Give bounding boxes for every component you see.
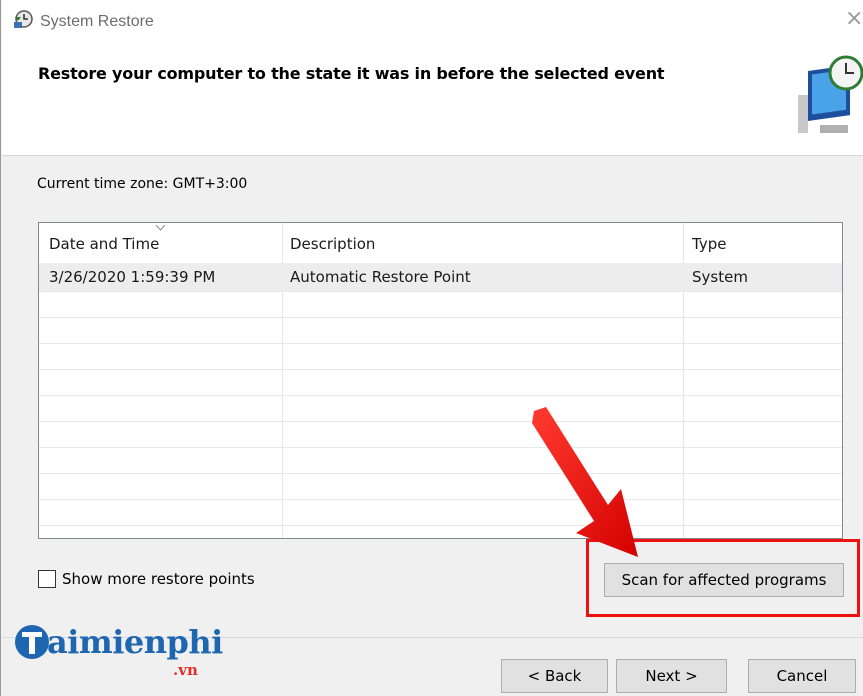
annotation-arrow — [532, 407, 638, 557]
logo-tld-text: .vn — [173, 661, 198, 679]
row-divider — [39, 525, 842, 526]
taimienphi-watermark-logo: aimienphi .vn — [7, 615, 227, 695]
row-divider — [39, 317, 842, 318]
page-heading: Restore your computer to the state it wa… — [38, 64, 665, 83]
row-divider — [39, 499, 842, 500]
system-restore-icon — [14, 10, 33, 28]
table-header: Date and Time Description Type — [39, 223, 842, 265]
window-title: System Restore — [40, 13, 154, 30]
back-button[interactable]: < Back — [501, 659, 608, 693]
show-more-checkbox[interactable] — [38, 570, 56, 588]
sort-caret-icon — [156, 225, 165, 231]
next-button[interactable]: Next > — [616, 659, 727, 693]
restore-computer-graphic — [798, 55, 863, 133]
logo-t-icon — [15, 625, 49, 659]
system-restore-window: System Restore × Restore your computer t… — [0, 0, 863, 696]
close-icon[interactable]: × — [845, 8, 863, 30]
header-panel: System Restore × Restore your computer t… — [2, 0, 863, 156]
row-divider — [39, 369, 842, 370]
row-divider — [39, 395, 842, 396]
row-divider — [39, 447, 842, 448]
restore-points-table[interactable]: Date and Time Description Type 3/26/2020… — [38, 222, 843, 539]
column-header-date[interactable]: Date and Time — [49, 235, 159, 253]
row-date: 3/26/2020 1:59:39 PM — [49, 268, 216, 286]
row-description: Automatic Restore Point — [290, 268, 471, 286]
row-type: System — [692, 268, 748, 286]
timezone-label: Current time zone: GMT+3:00 — [37, 176, 248, 192]
show-more-label[interactable]: Show more restore points — [62, 570, 255, 588]
column-header-type[interactable]: Type — [692, 235, 726, 253]
cancel-button[interactable]: Cancel — [748, 659, 856, 693]
row-divider — [39, 421, 842, 422]
row-divider — [39, 473, 842, 474]
row-divider — [39, 291, 842, 292]
row-divider — [39, 343, 842, 344]
column-header-description[interactable]: Description — [290, 235, 375, 253]
logo-brand-text: aimienphi — [47, 623, 223, 661]
